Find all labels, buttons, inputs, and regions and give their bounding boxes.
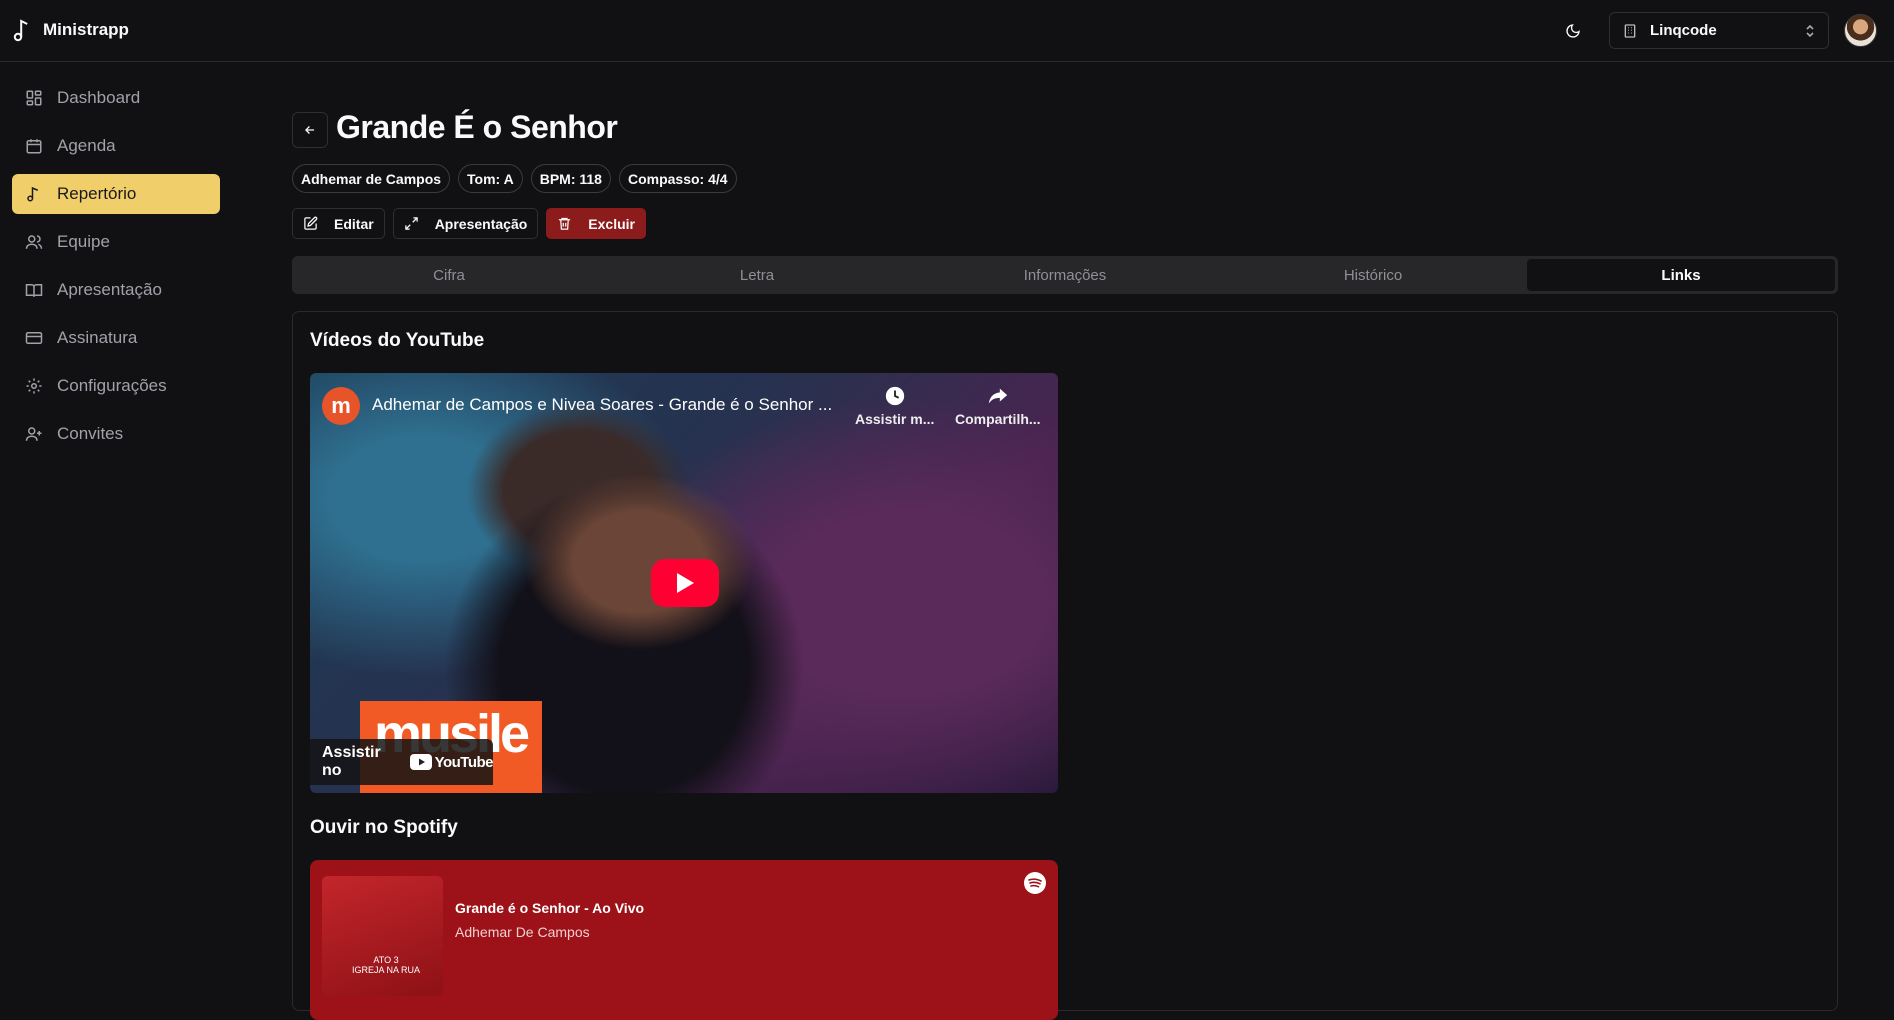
top-bar: Ministrapp Linqcode [0,0,1894,62]
sidebar-item-label: Configurações [57,376,167,395]
spotify-embed[interactable]: ATO 3 IGREJA NA RUA Grande é o Senhor - … [310,860,1058,1020]
edit-button[interactable]: Editar [292,208,385,239]
sidebar-item-apresentacao[interactable]: Apresentação [12,270,220,310]
book-open-icon [25,284,43,297]
album-cover[interactable]: ATO 3 IGREJA NA RUA [322,876,443,996]
tab-letra[interactable]: Letra [603,259,911,291]
sidebar-item-label: Assinatura [57,328,138,347]
user-avatar[interactable] [1844,14,1877,47]
layout-grid-icon [26,90,42,106]
youtube-wordmark: YouTube [434,753,494,771]
spotify-artist[interactable]: Adhemar De Campos [455,924,590,940]
song-actions: Editar Apresentação Excluir [292,208,646,239]
youtube-play-icon [409,754,432,770]
delete-button-label: Excluir [588,215,635,232]
youtube-embed[interactable]: m Adhemar de Campos e Nivea Soares - Gra… [310,373,1058,793]
sidebar-item-agenda[interactable]: Agenda [12,126,220,166]
youtube-logo: YouTube [409,753,494,771]
organization-select[interactable]: Linqcode [1609,12,1829,49]
sidebar-item-label: Equipe [57,232,110,251]
watch-on-youtube-button[interactable]: Assistir no YouTube [310,739,494,785]
pencil-square-icon [304,216,318,230]
trash-icon [559,217,571,230]
building-icon [1624,23,1636,38]
presentation-button[interactable]: Apresentação [392,208,539,239]
sidebar: Dashboard Agenda Repertório Equipe Apres… [0,62,232,948]
tab-cifra[interactable]: Cifra [295,259,603,291]
sidebar-item-label: Agenda [57,136,116,155]
video-title[interactable]: Adhemar de Campos e Nivea Soares - Grand… [372,395,852,415]
sidebar-item-repertorio[interactable]: Repertório [12,174,220,214]
share-arrow-icon [988,388,1007,404]
tab-links[interactable]: Links [1527,259,1835,291]
users-icon [25,235,43,249]
key-badge: Tom: A [458,164,523,193]
brand[interactable]: Ministrapp [13,18,129,42]
watch-on-label: Assistir no [322,744,381,779]
album-cover-text: ATO 3 IGREJA NA RUA [352,955,421,975]
play-icon [677,573,694,593]
music-note-icon [13,19,28,42]
clock-icon [885,386,904,406]
chevron-up-down-icon [1806,24,1814,37]
watch-later-label: Assistir m... [855,411,935,427]
channel-logo[interactable]: m [322,387,360,425]
user-plus-icon [25,427,42,441]
youtube-section-title: Vídeos do YouTube [310,330,485,351]
song-badges: Adhemar de Campos Tom: A BPM: 118 Compas… [292,164,737,193]
tab-informacoes[interactable]: Informações [911,259,1219,291]
time-signature-badge: Compasso: 4/4 [618,164,737,193]
spotify-section-title: Ouvir no Spotify [310,817,458,838]
sidebar-item-configuracoes[interactable]: Configurações [12,366,220,406]
theme-toggle-button[interactable] [1560,18,1586,44]
spotify-track-title[interactable]: Grande é o Senhor - Ao Vivo [455,900,644,916]
spotify-waves-icon [1028,878,1042,888]
credit-card-icon [25,332,43,344]
artist-badge: Adhemar de Campos [292,164,451,193]
sidebar-item-convites[interactable]: Convites [12,414,220,454]
sidebar-item-label: Apresentação [57,280,162,299]
sidebar-item-label: Repertório [57,184,137,203]
song-tabs: Cifra Letra Informações Histórico Links [292,256,1838,294]
organization-name: Linqcode [1650,22,1717,39]
play-button[interactable] [651,559,719,607]
sidebar-item-assinatura[interactable]: Assinatura [12,318,220,358]
arrow-left-icon [305,126,315,134]
watch-later-button[interactable]: Assistir m... [855,385,934,427]
sidebar-item-label: Dashboard [57,88,141,107]
app-name: Ministrapp [43,20,129,39]
moon-icon [1566,24,1580,38]
sidebar-item-equipe[interactable]: Equipe [12,222,220,262]
spotify-icon[interactable] [1024,872,1046,894]
settings-gear-icon [26,378,42,394]
sidebar-item-dashboard[interactable]: Dashboard [12,78,220,118]
presentation-button-label: Apresentação [434,215,528,232]
share-label: Compartilh... [955,411,1041,427]
sidebar-item-label: Convites [57,424,124,443]
edit-button-label: Editar [334,215,374,232]
expand-icon [404,217,418,230]
calendar-icon [26,139,42,154]
links-panel: Vídeos do YouTube m Adhemar de Campos e … [292,311,1838,1020]
tab-historico[interactable]: Histórico [1219,259,1527,291]
page-title: Grande É o Senhor [336,109,618,145]
bpm-badge: BPM: 118 [530,164,611,193]
music-note-icon [27,186,39,202]
delete-button[interactable]: Excluir [546,208,646,239]
share-button[interactable]: Compartilh... [955,385,1041,427]
back-button[interactable] [292,112,328,148]
